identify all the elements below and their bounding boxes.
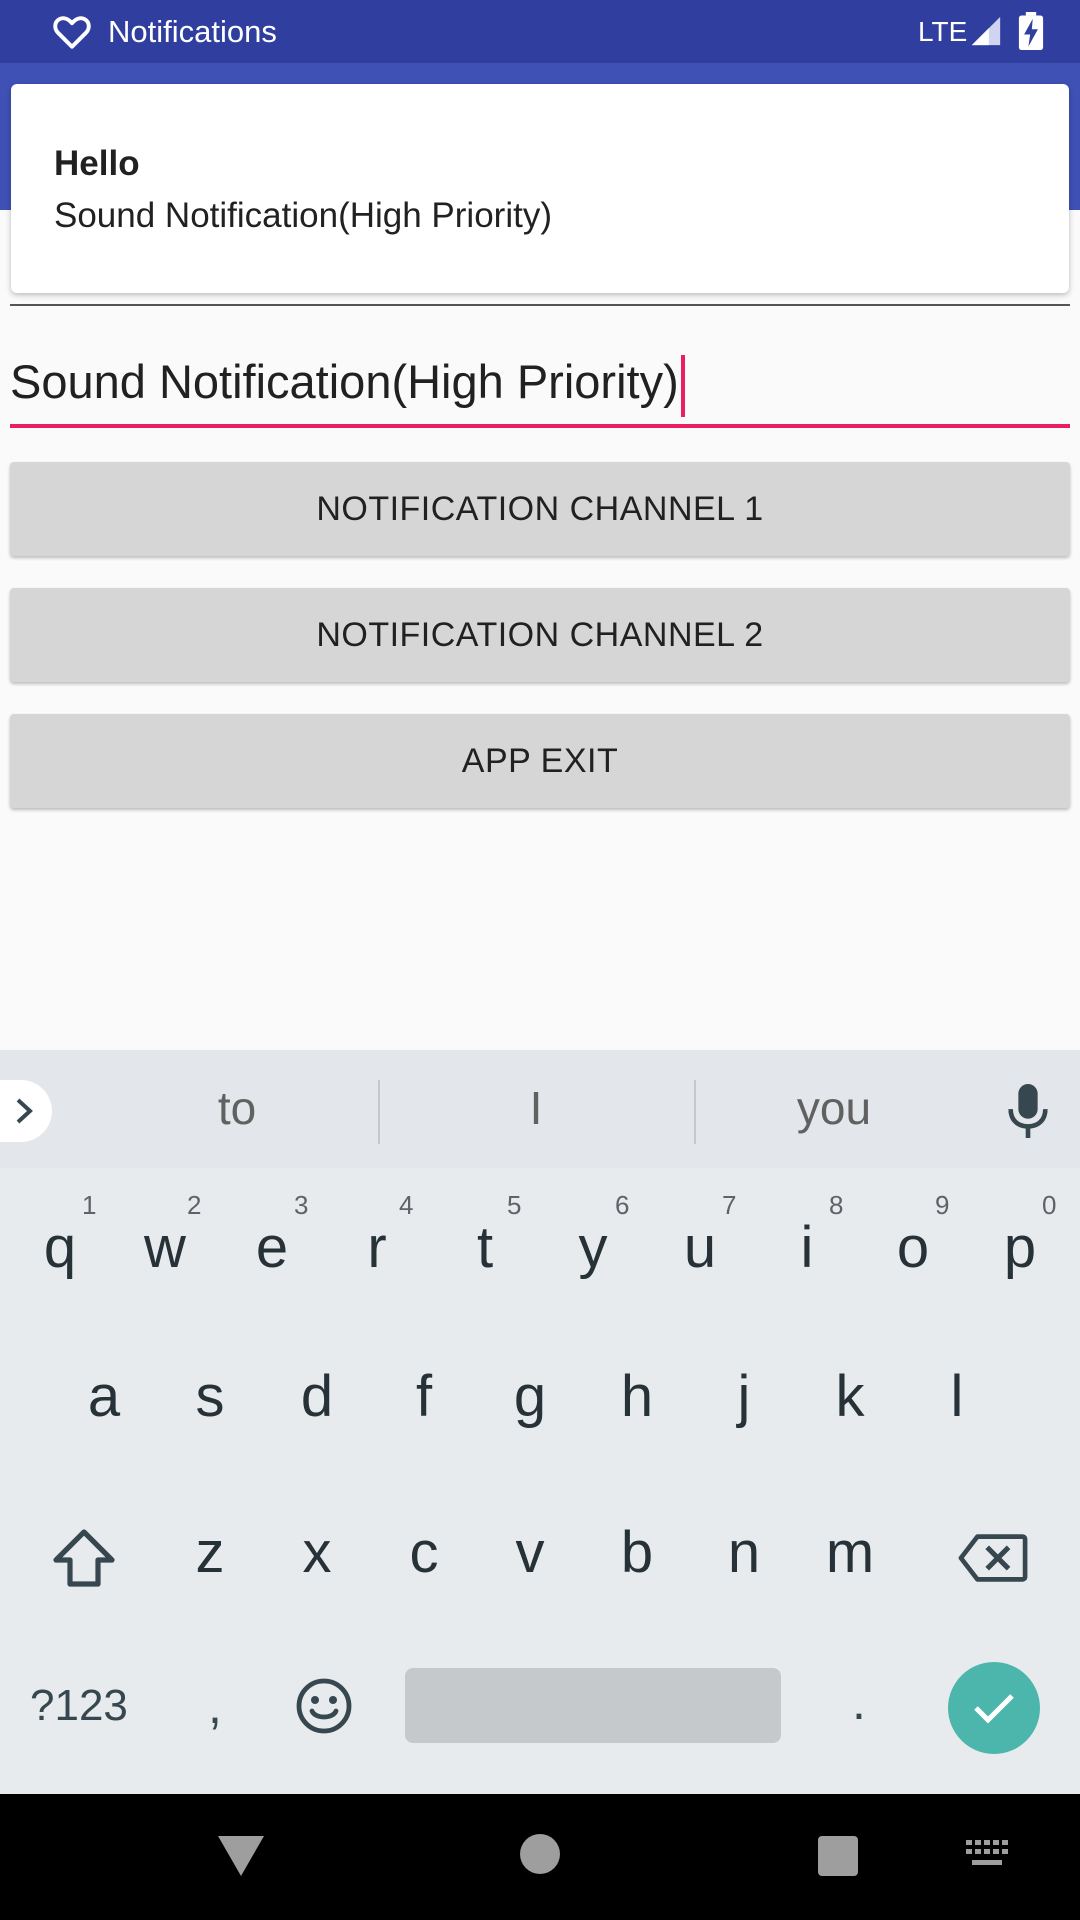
backspace-icon[interactable] bbox=[958, 1532, 1028, 1584]
key-k[interactable]: k bbox=[798, 1362, 902, 1432]
key-w[interactable]: w bbox=[113, 1213, 217, 1283]
key-n[interactable]: n bbox=[692, 1518, 796, 1588]
status-bar-title: Notifications bbox=[108, 14, 277, 49]
suggestion-divider bbox=[378, 1080, 380, 1144]
recent-apps-icon[interactable] bbox=[818, 1836, 858, 1876]
key-t[interactable]: t bbox=[433, 1213, 537, 1283]
key-i[interactable]: i bbox=[755, 1213, 859, 1283]
back-icon[interactable] bbox=[216, 1834, 266, 1878]
network-type-label: LTE bbox=[918, 16, 968, 47]
key-hint-4: 4 bbox=[399, 1190, 414, 1220]
key-s[interactable]: s bbox=[158, 1362, 262, 1432]
key-r[interactable]: r bbox=[325, 1213, 429, 1283]
period-key[interactable]: . bbox=[852, 1672, 866, 1732]
cell-signal-icon bbox=[971, 16, 1001, 46]
key-x[interactable]: x bbox=[265, 1518, 369, 1588]
key-p[interactable]: p bbox=[968, 1213, 1072, 1283]
emoji-icon[interactable] bbox=[296, 1678, 352, 1734]
app-exit-button[interactable]: APP EXIT bbox=[10, 714, 1070, 808]
key-hint-9: 9 bbox=[935, 1190, 950, 1220]
shift-icon[interactable] bbox=[52, 1528, 116, 1588]
space-bar[interactable] bbox=[405, 1668, 781, 1743]
status-bar: Notifications LTE bbox=[0, 0, 1080, 63]
suggestion-3[interactable]: you bbox=[734, 1080, 934, 1136]
suggestion-1[interactable]: to bbox=[137, 1080, 337, 1136]
notification-title: Hello bbox=[54, 144, 140, 183]
key-hint-6: 6 bbox=[615, 1190, 630, 1220]
message-input-value: Sound Notification(High Priority) bbox=[10, 355, 679, 408]
chevron-right-icon bbox=[16, 1098, 33, 1124]
key-h[interactable]: h bbox=[585, 1362, 689, 1432]
key-j[interactable]: j bbox=[692, 1362, 796, 1432]
suggestion-divider bbox=[694, 1080, 696, 1144]
key-l[interactable]: l bbox=[905, 1362, 1009, 1432]
key-g[interactable]: g bbox=[478, 1362, 582, 1432]
battery-charging-icon bbox=[1018, 12, 1044, 50]
notification-channel-1-button[interactable]: NOTIFICATION CHANNEL 1 bbox=[10, 462, 1070, 556]
microphone-icon[interactable] bbox=[1008, 1084, 1048, 1138]
message-input[interactable]: Sound Notification(High Priority) bbox=[10, 350, 1070, 428]
key-y[interactable]: y bbox=[541, 1213, 645, 1283]
home-icon[interactable] bbox=[520, 1834, 560, 1874]
key-hint-2: 2 bbox=[187, 1190, 202, 1220]
suggestion-2[interactable]: I bbox=[436, 1080, 636, 1136]
text-cursor bbox=[680, 354, 685, 417]
checkmark-icon bbox=[974, 1694, 1014, 1724]
key-hint-7: 7 bbox=[722, 1190, 737, 1220]
key-m[interactable]: m bbox=[798, 1518, 902, 1588]
key-z[interactable]: z bbox=[158, 1518, 262, 1588]
key-hint-3: 3 bbox=[294, 1190, 309, 1220]
key-q[interactable]: q bbox=[8, 1213, 112, 1283]
suggestion-strip: to I you bbox=[0, 1050, 1080, 1168]
key-a[interactable]: a bbox=[52, 1362, 156, 1432]
key-c[interactable]: c bbox=[372, 1518, 476, 1588]
key-u[interactable]: u bbox=[648, 1213, 752, 1283]
heads-up-notification[interactable]: Hello Sound Notification(High Priority) bbox=[11, 84, 1069, 293]
key-v[interactable]: v bbox=[478, 1518, 582, 1588]
key-hint-1: 1 bbox=[82, 1190, 97, 1220]
divider bbox=[10, 304, 1070, 306]
heart-outline-icon bbox=[53, 16, 91, 49]
key-hint-0: 0 bbox=[1042, 1190, 1057, 1220]
key-d[interactable]: d bbox=[265, 1362, 369, 1432]
symbols-key[interactable]: ?123 bbox=[30, 1676, 128, 1736]
key-e[interactable]: e bbox=[220, 1213, 324, 1283]
message-input-value-wrap: Sound Notification(High Priority) bbox=[10, 352, 685, 417]
expand-suggestions-button[interactable] bbox=[0, 1080, 52, 1142]
key-hint-5: 5 bbox=[507, 1190, 522, 1220]
comma-key[interactable]: , bbox=[208, 1676, 222, 1736]
key-b[interactable]: b bbox=[585, 1518, 689, 1588]
keyboard-switch-icon[interactable] bbox=[966, 1840, 1010, 1870]
key-o[interactable]: o bbox=[861, 1213, 965, 1283]
key-f[interactable]: f bbox=[372, 1362, 476, 1432]
key-hint-8: 8 bbox=[829, 1190, 844, 1220]
system-navigation-bar bbox=[0, 1794, 1080, 1920]
enter-button[interactable] bbox=[948, 1662, 1040, 1754]
notification-text: Sound Notification(High Priority) bbox=[54, 196, 552, 235]
notification-channel-2-button[interactable]: NOTIFICATION CHANNEL 2 bbox=[10, 588, 1070, 682]
